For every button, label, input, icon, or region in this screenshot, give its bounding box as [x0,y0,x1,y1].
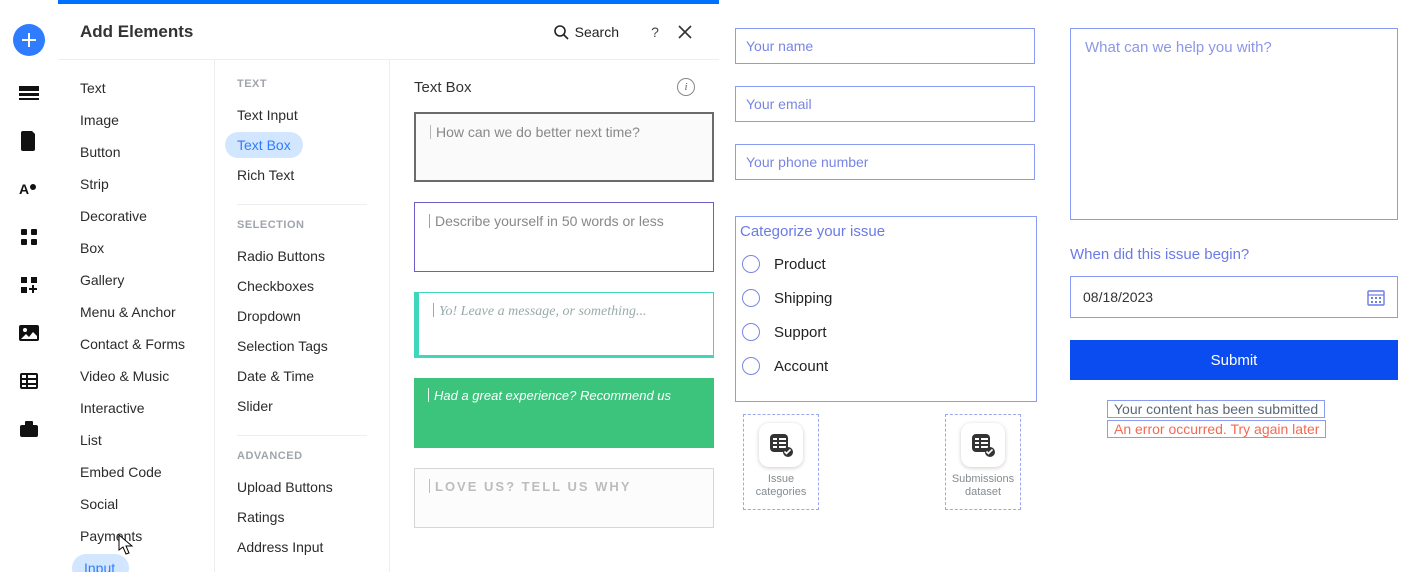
panel-search[interactable]: Search [553,24,619,40]
dataset-icon [970,432,996,458]
cat-button[interactable]: Button [58,136,214,168]
left-icon-rail: A [0,0,58,572]
preview-title: Text Box [414,79,677,96]
dataset-label-2: Submissions dataset [946,473,1020,499]
form-category-label: Categorize your issue [740,223,885,240]
business-icon[interactable] [16,418,42,440]
radio-shipping[interactable]: Shipping [742,289,832,307]
sections-icon[interactable] [16,82,42,104]
sub-address-input[interactable]: Address Input [215,532,389,562]
calendar-icon [1367,288,1385,306]
radio-support[interactable]: Support [742,323,832,341]
element-subcategory-list: TEXT Text Input Text Box Rich Text SELEC… [215,60,390,572]
info-icon[interactable]: i [677,78,695,96]
cat-text[interactable]: Text [58,72,214,104]
data-icon[interactable] [16,370,42,392]
form-submit-button[interactable]: Submit [1070,340,1398,380]
design-icon[interactable]: A [16,178,42,200]
sub-header-selection: SELECTION [215,219,389,241]
element-category-list: Text Image Button Strip Decorative Box G… [58,60,215,572]
radio-account[interactable]: Account [742,357,832,375]
dataset-label-1: Issue categories [744,473,818,499]
cat-contact-forms[interactable]: Contact & Forms [58,328,214,360]
cat-video-music[interactable]: Video & Music [58,360,214,392]
cat-social[interactable]: Social [58,488,214,520]
form-name-input[interactable]: Your name [735,28,1035,64]
dataset-issue-categories[interactable]: Issue categories [743,414,819,510]
cat-box[interactable]: Box [58,232,214,264]
search-icon [553,24,569,40]
cat-payments[interactable]: Payments [58,520,214,552]
cat-strip[interactable]: Strip [58,168,214,200]
form-phone-input[interactable]: Your phone number [735,144,1035,180]
sub-rich-text[interactable]: Rich Text [215,160,389,190]
apps-icon[interactable] [16,226,42,248]
cat-gallery[interactable]: Gallery [58,264,214,296]
sub-checkboxes[interactable]: Checkboxes [215,271,389,301]
cat-menu-anchor[interactable]: Menu & Anchor [58,296,214,328]
radio-product[interactable]: Product [742,255,832,273]
pages-icon[interactable] [16,130,42,152]
sub-radio-buttons[interactable]: Radio Buttons [215,241,389,271]
preview-textbox-4[interactable]: Had a great experience? Recommend us [414,378,714,448]
form-success-message: Your content has been submitted [1107,400,1325,418]
close-icon[interactable] [673,25,697,39]
form-category-group[interactable]: Categorize your issue Product Shipping S… [735,216,1037,402]
form-error-message: An error occurred. Try again later [1107,420,1326,438]
svg-text:A: A [19,181,29,197]
cat-list[interactable]: List [58,424,214,456]
cat-decorative[interactable]: Decorative [58,200,214,232]
form-message-textbox[interactable]: What can we help you with? [1070,28,1398,220]
preview-textbox-2[interactable]: Describe yourself in 50 words or less [414,202,714,272]
add-button[interactable] [13,24,45,56]
sub-slider[interactable]: Slider [215,391,389,421]
help-icon[interactable]: ? [643,24,667,40]
sub-date-time[interactable]: Date & Time [215,361,389,391]
cat-interactive[interactable]: Interactive [58,392,214,424]
sub-dropdown[interactable]: Dropdown [215,301,389,331]
panel-header: Add Elements Search ? [58,4,719,60]
dataset-submissions[interactable]: Submissions dataset [945,414,1021,510]
preview-textbox-3[interactable]: Yo! Leave a message, or something... [414,292,714,358]
sub-text-box[interactable]: Text Box [215,130,389,160]
form-issue-date-label: When did this issue begin? [1070,246,1249,263]
sub-selection-tags[interactable]: Selection Tags [215,331,389,361]
cat-embed-code[interactable]: Embed Code [58,456,214,488]
form-date-value: 08/18/2023 [1083,289,1153,305]
preview-textbox-5[interactable]: LOVE US? TELL US WHY [414,468,714,528]
dataset-icon [768,432,794,458]
panel-title: Add Elements [80,22,553,42]
media-icon[interactable] [16,322,42,344]
sub-ratings[interactable]: Ratings [215,502,389,532]
cat-image[interactable]: Image [58,104,214,136]
form-email-input[interactable]: Your email [735,86,1035,122]
cat-input[interactable]: Input [72,554,129,572]
sub-text-input[interactable]: Text Input [215,100,389,130]
element-preview-area: Text Box i How can we do better next tim… [390,60,719,572]
sub-upload-buttons[interactable]: Upload Buttons [215,472,389,502]
preview-textbox-1[interactable]: How can we do better next time? [414,112,714,182]
form-date-input[interactable]: 08/18/2023 [1070,276,1398,318]
addons-icon[interactable] [16,274,42,296]
add-elements-panel: Add Elements Search ? Text Image Button … [58,4,719,572]
search-label: Search [575,24,619,40]
sub-header-text: TEXT [215,78,389,100]
sub-header-advanced: ADVANCED [215,450,389,472]
canvas-form: Your name Your email Your phone number C… [735,0,1404,572]
